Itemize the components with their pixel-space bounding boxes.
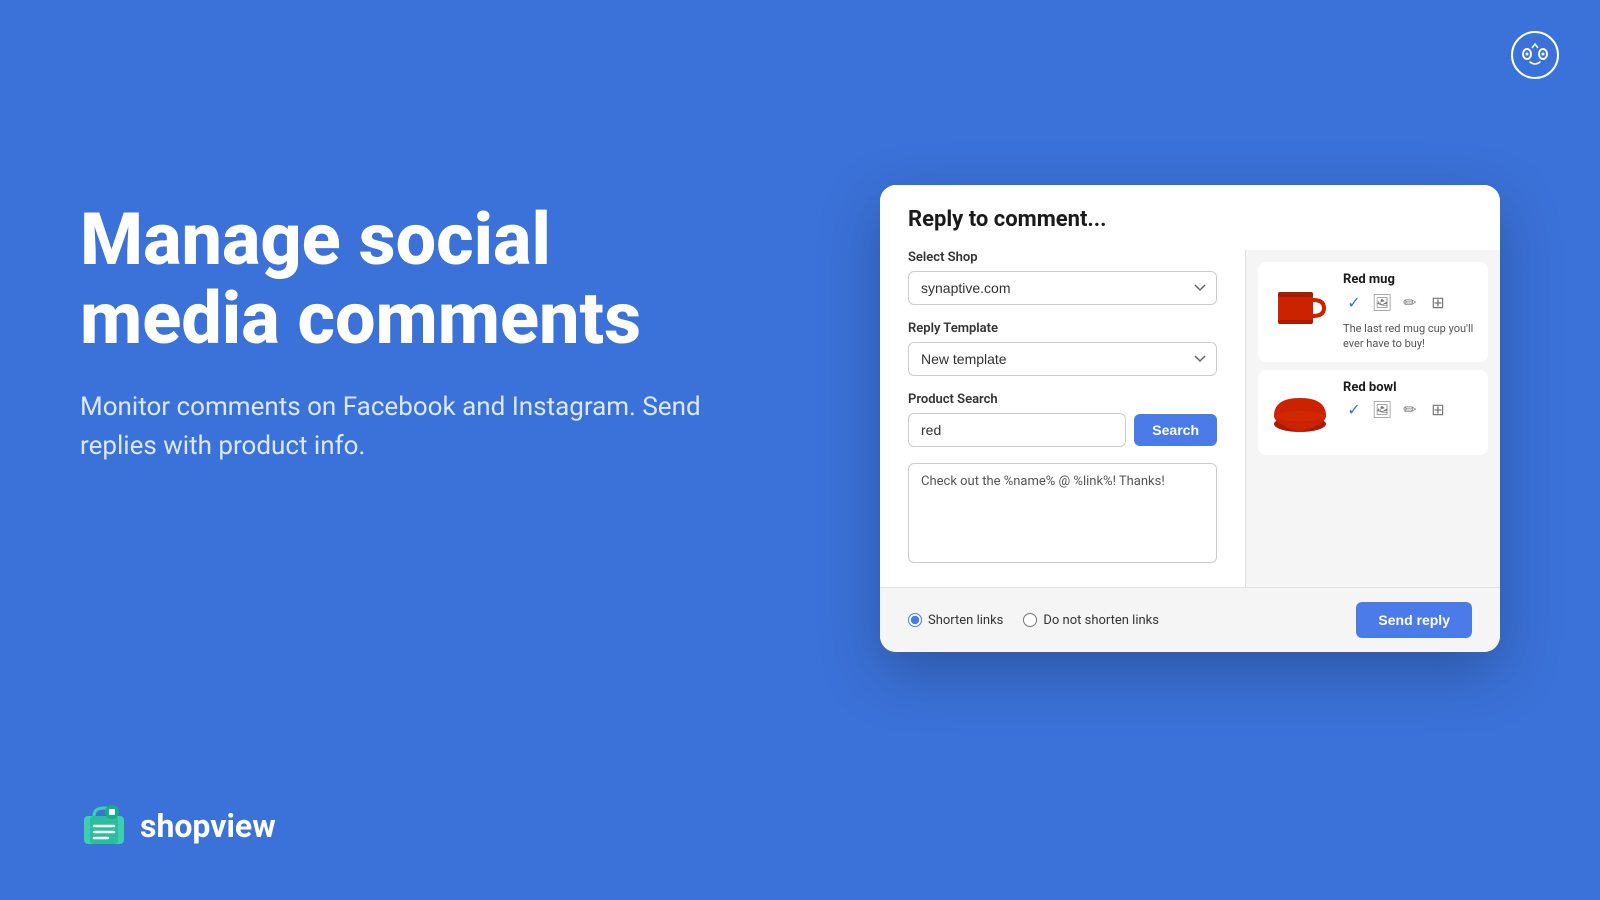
reply-dialog: Reply to comment... Select Shop synaptiv…: [880, 185, 1500, 652]
product-search-group: Product Search Search: [908, 392, 1217, 447]
product-card-red-mug: Red mug ✓ 🖼 ✏ ⊞ The last red mug cup you…: [1258, 262, 1488, 362]
product-info-red-bowl: Red bowl ✓ 🖼 ✏ ⊞: [1343, 380, 1478, 421]
product-check-icon-bowl[interactable]: ✓: [1343, 399, 1365, 421]
dialog-title: Reply to comment...: [908, 207, 1472, 232]
product-search-label: Product Search: [908, 392, 1217, 407]
search-button[interactable]: Search: [1134, 414, 1217, 446]
select-shop-dropdown[interactable]: synaptive.com other-shop.com: [908, 271, 1217, 305]
product-actions-red-bowl: ✓ 🖼 ✏ ⊞: [1343, 399, 1478, 421]
product-grid-icon[interactable]: ⊞: [1427, 291, 1449, 313]
reply-textarea-group: Check out the %name% @ %link%! Thanks!: [908, 463, 1217, 563]
product-image-red-mug: [1268, 272, 1333, 337]
dialog-left-panel: Select Shop synaptive.com other-shop.com…: [880, 250, 1245, 587]
reply-template-group: Reply Template New template Template 1 T…: [908, 321, 1217, 376]
reply-template-dropdown[interactable]: New template Template 1 Template 2: [908, 342, 1217, 376]
product-grid-icon-bowl[interactable]: ⊞: [1427, 399, 1449, 421]
brand-logo: shopview: [80, 802, 276, 850]
product-results-panel: Red mug ✓ 🖼 ✏ ⊞ The last red mug cup you…: [1245, 250, 1500, 587]
shorten-links-label[interactable]: Shorten links: [908, 613, 1003, 628]
product-image-red-bowl: [1268, 380, 1333, 445]
search-input[interactable]: [908, 413, 1126, 447]
dialog-footer: Shorten links Do not shorten links Send …: [880, 587, 1500, 652]
product-image-icon[interactable]: 🖼: [1371, 291, 1393, 313]
no-shorten-links-label[interactable]: Do not shorten links: [1023, 613, 1159, 628]
hero-subtitle: Monitor comments on Facebook and Instagr…: [80, 388, 730, 466]
hero-section: Manage social media comments Monitor com…: [80, 200, 730, 466]
hero-title: Manage social media comments: [80, 200, 730, 358]
product-name-red-bowl: Red bowl: [1343, 380, 1478, 395]
reply-template-label: Reply Template: [908, 321, 1217, 336]
select-shop-label: Select Shop: [908, 250, 1217, 265]
product-info-red-mug: Red mug ✓ 🖼 ✏ ⊞ The last red mug cup you…: [1343, 272, 1478, 352]
product-check-icon[interactable]: ✓: [1343, 291, 1365, 313]
dialog-body: Select Shop synaptive.com other-shop.com…: [880, 250, 1500, 587]
dialog-header: Reply to comment...: [880, 185, 1500, 232]
reply-textarea[interactable]: Check out the %name% @ %link%! Thanks!: [908, 463, 1217, 563]
shorten-links-radio[interactable]: [908, 613, 922, 627]
send-reply-button[interactable]: Send reply: [1356, 602, 1472, 638]
product-edit-icon[interactable]: ✏: [1399, 291, 1421, 313]
no-shorten-links-radio[interactable]: [1023, 613, 1037, 627]
search-row: Search: [908, 413, 1217, 447]
product-edit-icon-bowl[interactable]: ✏: [1399, 399, 1421, 421]
product-card-red-bowl: Red bowl ✓ 🖼 ✏ ⊞: [1258, 370, 1488, 455]
product-image-icon-bowl[interactable]: 🖼: [1371, 399, 1393, 421]
product-description-red-mug: The last red mug cup you'll ever have to…: [1343, 321, 1478, 352]
select-shop-group: Select Shop synaptive.com other-shop.com: [908, 250, 1217, 305]
hootsuite-owl-icon: [1510, 30, 1560, 80]
link-options-group: Shorten links Do not shorten links: [908, 613, 1159, 628]
product-name-red-mug: Red mug: [1343, 272, 1478, 287]
product-actions-red-mug: ✓ 🖼 ✏ ⊞: [1343, 291, 1478, 313]
brand-name: shopview: [140, 807, 276, 845]
shopview-logo-icon: [80, 802, 128, 850]
